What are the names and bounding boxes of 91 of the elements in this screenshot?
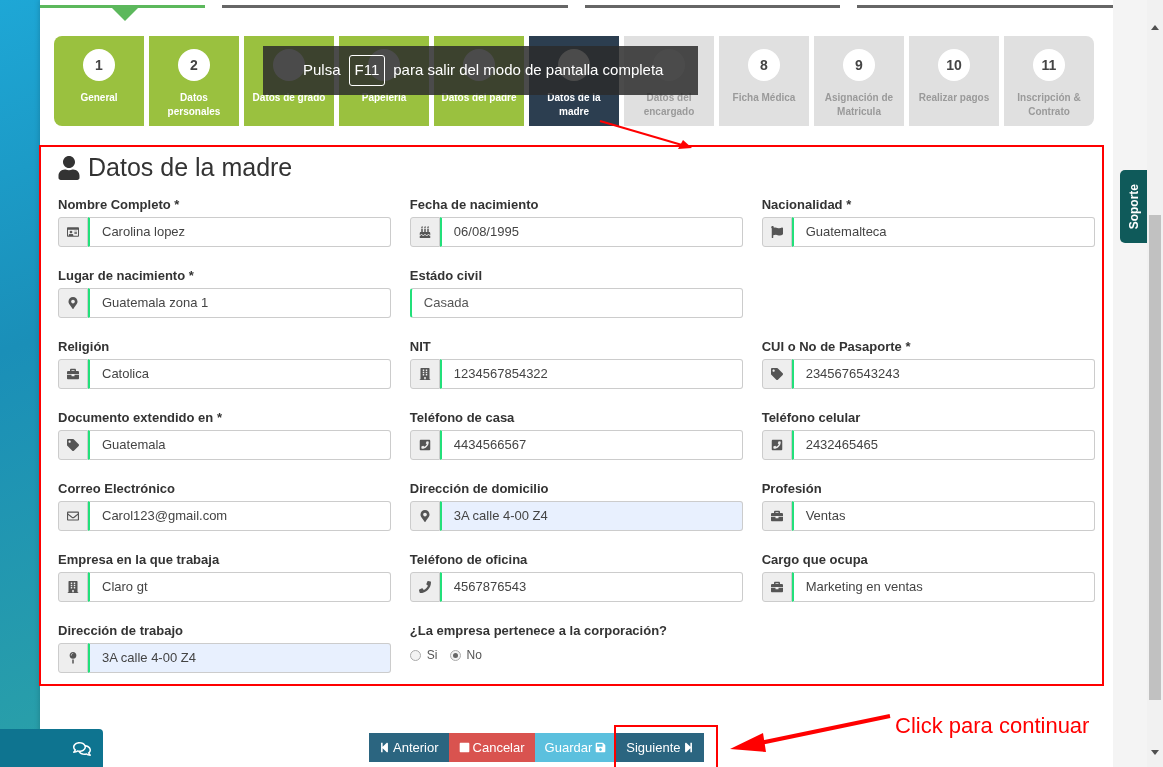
tag-icon: [770, 368, 783, 380]
prev-button[interactable]: Anterior: [369, 733, 449, 762]
scrollbar[interactable]: [1147, 0, 1163, 767]
step-tab[interactable]: 9 Asignación de Matricula: [814, 36, 904, 126]
text-field[interactable]: Guatemala zona 1: [88, 288, 392, 318]
field-label: Teléfono celular: [761, 409, 862, 427]
pointer-icon: [112, 8, 138, 21]
radio-label: Si: [426, 647, 438, 664]
select-field[interactable]: Casada: [409, 288, 744, 318]
field-label: NIT: [409, 338, 432, 356]
section-title: Datos de la madre: [88, 152, 293, 184]
field-label: Empresa en la que trabaja: [58, 551, 221, 569]
flag-icon: [770, 226, 783, 238]
pin-icon: [67, 652, 79, 664]
field-label: Religión: [58, 338, 111, 356]
chat-icon: [73, 740, 91, 758]
tab-underline[interactable]: [585, 5, 840, 8]
tab-underline[interactable]: [222, 5, 568, 8]
text-field[interactable]: 3A calle 4-00 Z4: [88, 643, 392, 673]
step-number: 11: [1033, 49, 1065, 81]
key-hint: F11: [348, 55, 386, 86]
building-icon: [418, 368, 431, 380]
radio-button[interactable]: [449, 649, 461, 661]
user-icon: [58, 156, 80, 180]
id-card-icon: [67, 226, 79, 238]
step-tab[interactable]: 10 Realizar pagos: [909, 36, 999, 126]
step-tab[interactable]: 11 Inscripción & Contrato: [1004, 36, 1094, 126]
field-label: Estádo civil: [409, 267, 484, 285]
field-label: Profesión: [761, 480, 823, 498]
step-tab[interactable]: 2 Datos personales: [149, 36, 239, 126]
building-icon: [67, 581, 79, 593]
field-label: Teléfono de oficina: [409, 551, 529, 569]
notice-text: para salir del modo de pantalla completa: [393, 60, 664, 81]
field-label: Cargo que ocupa: [761, 551, 869, 569]
field-label: Fecha de nacimiento: [409, 196, 540, 214]
field-label: Dirección de trabajo: [58, 622, 184, 640]
annotation-text: Click para continuar: [895, 712, 1090, 740]
phone-icon: [418, 581, 431, 593]
briefcase-icon: [770, 581, 783, 593]
field-label: ¿La empresa pertenece a la corporación?: [409, 622, 669, 640]
radio-button[interactable]: [409, 649, 421, 661]
text-field[interactable]: 2432465465: [791, 430, 1095, 460]
step-number: 2: [178, 49, 210, 81]
field-label: CUI o No de Pasaporte *: [761, 338, 912, 356]
support-tab[interactable]: Soporte: [1120, 170, 1147, 243]
field-label: Nombre Completo *: [58, 196, 181, 214]
step-tab[interactable]: 1 General: [54, 36, 144, 126]
phone-icon: [418, 439, 431, 451]
field-label: Correo Electrónico: [58, 480, 177, 498]
text-field[interactable]: 1234567854322: [439, 359, 744, 389]
briefcase-icon: [67, 368, 79, 380]
stop-icon: [458, 742, 470, 753]
cake-icon: [418, 226, 431, 238]
cancel-button[interactable]: Cancelar: [448, 733, 535, 762]
next-button[interactable]: Siguiente: [616, 733, 705, 762]
text-field[interactable]: 3A calle 4-00 Z4: [439, 501, 744, 531]
field-label: Lugar de nacimiento *: [58, 267, 195, 285]
text-field[interactable]: 2345676543243: [791, 359, 1095, 389]
map-pin-icon: [418, 510, 431, 522]
text-field[interactable]: Ventas: [791, 501, 1095, 531]
step-number: 9: [843, 49, 875, 81]
step-forward-icon: [683, 742, 695, 753]
text-field[interactable]: Guatemala: [88, 430, 392, 460]
phone-icon: [770, 439, 783, 451]
text-field[interactable]: 06/08/1995: [439, 217, 744, 247]
text-field[interactable]: Catolica: [88, 359, 392, 389]
chat-button[interactable]: [0, 729, 103, 767]
tag-icon: [67, 439, 79, 451]
text-field[interactable]: Marketing en ventas: [791, 572, 1095, 602]
tab-underline[interactable]: [40, 5, 205, 8]
envelope-icon: [67, 510, 79, 522]
field-label: Documento extendido en *: [58, 409, 223, 427]
field-label: Nacionalidad *: [761, 196, 853, 214]
text-field[interactable]: Claro gt: [88, 572, 392, 602]
field-label: Dirección de domicilio: [409, 480, 550, 498]
step-number: 10: [938, 49, 970, 81]
step-number: 8: [748, 49, 780, 81]
notice-text: Pulsa: [303, 60, 341, 81]
text-field[interactable]: 4434566567: [439, 430, 744, 460]
text-field[interactable]: Carolina lopez: [88, 217, 392, 247]
map-pin-icon: [67, 297, 79, 309]
briefcase-icon: [770, 510, 783, 522]
tab-underline[interactable]: [857, 5, 1113, 8]
step-number: 1: [83, 49, 115, 81]
text-field[interactable]: 4567876543: [439, 572, 744, 602]
step-backward-icon: [379, 742, 390, 753]
step-tab[interactable]: 8 Ficha Médica: [719, 36, 809, 126]
field-label: Teléfono de casa: [409, 409, 516, 427]
text-field[interactable]: Carol123@gmail.com: [88, 501, 392, 531]
radio-label: No: [466, 647, 482, 664]
text-field[interactable]: Guatemalteca: [791, 217, 1095, 247]
